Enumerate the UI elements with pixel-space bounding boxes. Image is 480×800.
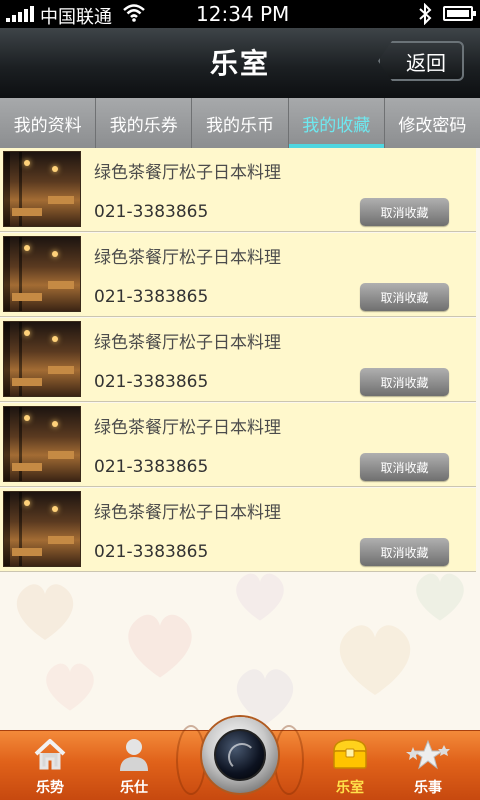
restaurant-phone: 021-3383865	[94, 202, 209, 222]
restaurant-thumbnail	[3, 321, 81, 397]
unfavorite-button[interactable]: 取消收藏	[360, 453, 449, 481]
nav-label: 乐仕	[120, 780, 148, 796]
battery-icon	[443, 6, 476, 21]
wifi-icon	[123, 4, 145, 22]
nav-item-room[interactable]: 乐室	[310, 731, 390, 800]
restaurant-name: 绿色茶餐厅松子日本料理	[94, 418, 281, 438]
tab-change-password[interactable]: 修改密码	[385, 98, 480, 148]
carrier-name: 中国联通	[40, 7, 112, 28]
nav-item-trend[interactable]: 乐势	[10, 731, 90, 800]
stars-icon	[406, 739, 450, 770]
list-item[interactable]: 绿色茶餐厅松子日本料理 021-3383865 取消收藏	[0, 488, 476, 572]
tab-my-coupons[interactable]: 我的乐券	[96, 98, 193, 148]
list-item[interactable]: 绿色茶餐厅松子日本料理 021-3383865 取消收藏	[0, 318, 476, 402]
heart-pattern-background	[0, 570, 480, 730]
list-item[interactable]: 绿色茶餐厅松子日本料理 021-3383865 取消收藏	[0, 148, 476, 232]
nav-label: 乐事	[414, 780, 442, 796]
nav-label: 乐室	[336, 780, 364, 796]
unfavorite-button[interactable]: 取消收藏	[360, 368, 449, 396]
signal-icon	[6, 6, 34, 22]
person-icon	[120, 739, 148, 771]
restaurant-name: 绿色茶餐厅松子日本料理	[94, 163, 281, 183]
list-item[interactable]: 绿色茶餐厅松子日本料理 021-3383865 取消收藏	[0, 403, 476, 487]
restaurant-thumbnail	[3, 406, 81, 482]
restaurant-name: 绿色茶餐厅松子日本料理	[94, 248, 281, 268]
bluetooth-icon	[419, 3, 432, 25]
treasure-chest-icon	[333, 739, 367, 769]
back-button[interactable]: 返回	[378, 41, 464, 81]
profile-tabs: 我的资料 我的乐券 我的乐币 我的收藏 修改密码	[0, 98, 480, 148]
restaurant-name: 绿色茶餐厅松子日本料理	[94, 503, 281, 523]
house-icon	[34, 739, 66, 770]
tab-my-coins[interactable]: 我的乐币	[192, 98, 289, 148]
tab-my-favorites[interactable]: 我的收藏	[288, 98, 385, 148]
tab-my-profile[interactable]: 我的资料	[0, 98, 97, 148]
favorites-list: 绿色茶餐厅松子日本料理 021-3383865 取消收藏 绿色茶餐厅松子日本料理…	[0, 148, 476, 573]
restaurant-name: 绿色茶餐厅松子日本料理	[94, 333, 281, 353]
camera-button[interactable]	[176, 717, 304, 800]
clock: 12:34 PM	[196, 2, 290, 26]
back-button-label: 返回	[406, 50, 446, 75]
restaurant-thumbnail	[3, 491, 81, 567]
restaurant-phone: 021-3383865	[94, 457, 209, 477]
restaurant-thumbnail	[3, 236, 81, 312]
restaurant-phone: 021-3383865	[94, 372, 209, 392]
header-bar: 乐室 返回	[0, 28, 480, 98]
status-bar: 中国联通 12:34 PM	[0, 0, 480, 28]
camera-icon	[202, 717, 278, 793]
restaurant-thumbnail	[3, 151, 81, 227]
bottom-nav: 乐势 乐仕 乐室 乐事	[0, 717, 480, 800]
restaurant-phone: 021-3383865	[94, 287, 209, 307]
nav-item-events[interactable]: 乐事	[388, 731, 468, 800]
unfavorite-button[interactable]: 取消收藏	[360, 283, 449, 311]
nav-item-profile[interactable]: 乐仕	[94, 731, 174, 800]
restaurant-phone: 021-3383865	[94, 542, 209, 562]
nav-label: 乐势	[36, 780, 64, 796]
unfavorite-button[interactable]: 取消收藏	[360, 538, 449, 566]
list-item[interactable]: 绿色茶餐厅松子日本料理 021-3383865 取消收藏	[0, 233, 476, 317]
unfavorite-button[interactable]: 取消收藏	[360, 198, 449, 226]
